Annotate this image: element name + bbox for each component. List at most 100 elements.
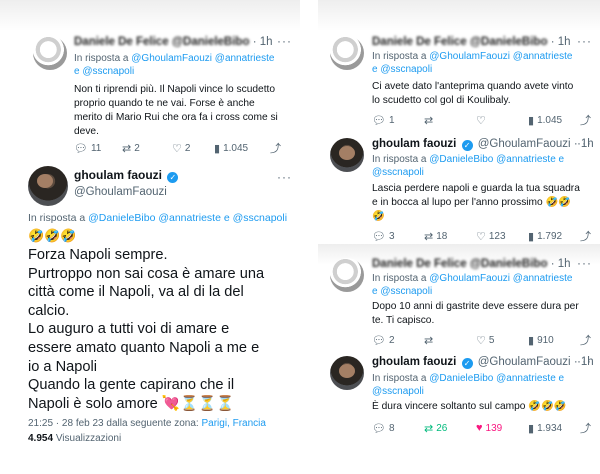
reply-button[interactable]: 💬︎ 1 (372, 114, 424, 127)
tweet-text: Lascia perdere napoli e guarda la tua sq… (372, 183, 580, 222)
reply-context: In risposta a @GhoulamFaouzi @annatriest… (372, 51, 573, 75)
author-name[interactable]: ghoulam faouzi (74, 168, 162, 182)
retweet-button[interactable]: ⇄ 26 (424, 422, 476, 435)
reply-icon: 💬︎ (74, 142, 88, 155)
share-button[interactable]: ⤴ (580, 228, 591, 244)
tweet-text: Forza Napoli sempre. Purtroppo non sai c… (28, 247, 265, 412)
emoji-line: 🤣🤣🤣 (28, 228, 77, 243)
mention-link[interactable]: @DanieleBibo @annatrieste e (429, 373, 564, 384)
author-name[interactable]: ghoulam faouzi (372, 138, 456, 150)
author-handle[interactable]: @GhoulamFaouzi (478, 138, 571, 150)
reply-context: In risposta a @GhoulamFaouzi @annatriest… (372, 273, 573, 297)
share-button[interactable]: ⤴ (580, 420, 591, 436)
share-button[interactable]: ⤴ (580, 332, 591, 348)
heart-icon: ♡ (172, 142, 182, 155)
author-handle[interactable]: @DanieleBibo (470, 258, 548, 270)
more-icon[interactable]: ··· (577, 256, 592, 270)
share-button[interactable]: ⤴ (580, 112, 591, 128)
tweet-text: È dura vincere soltanto sul campo 🤣🤣🤣 (372, 401, 567, 412)
like-button[interactable]: ♡ (476, 114, 528, 127)
more-icon[interactable]: ··· (277, 34, 292, 48)
mention-link[interactable]: @sscnapoli (372, 386, 424, 397)
more-icon[interactable]: ··· (577, 136, 592, 150)
author-handle[interactable]: @GhoulamFaouzi (478, 356, 571, 368)
author-name[interactable]: Daniele De Felice (372, 36, 467, 48)
avatar[interactable] (28, 166, 68, 206)
like-button[interactable]: ♡ 123 (476, 230, 528, 243)
share-icon: ⤴ (580, 335, 591, 347)
retweet-button[interactable]: ⇄ 2 (122, 142, 172, 155)
tweet-ghoulam-2[interactable]: ghoulam faouzi ✓ @GhoulamFaouzi · 1h ···… (318, 352, 600, 474)
author-handle[interactable]: @GhoulamFaouzi (74, 186, 167, 198)
mention-link[interactable]: @sscnapoli (372, 167, 424, 178)
avatar[interactable] (330, 356, 364, 390)
views-button[interactable]: ▮ 1.934 (528, 422, 580, 435)
tweet-time[interactable]: 1h (558, 258, 571, 270)
like-button[interactable]: ♡ 2 (172, 142, 214, 155)
mention-link[interactable]: e @sscnapoli (372, 286, 432, 297)
tweet-actions: 💬︎ 1 ⇄ ♡ ▮ 1.045 ⤴ (372, 112, 592, 128)
reply-button[interactable]: 💬︎ 3 (372, 230, 424, 243)
mention-link[interactable]: @GhoulamFaouzi @annatrieste (429, 51, 572, 62)
more-icon[interactable]: ··· (577, 354, 592, 368)
share-icon: ⤴ (580, 231, 591, 243)
avatar[interactable] (330, 138, 364, 172)
avatar[interactable] (330, 258, 364, 292)
like-button[interactable]: ♡ 5 (476, 334, 528, 347)
mention-link[interactable]: e @sscnapoli (372, 64, 432, 75)
share-button[interactable]: ⤴ (270, 140, 281, 156)
reply-icon: 💬︎ (372, 114, 386, 127)
retweet-icon: ⇄ (424, 422, 434, 435)
avatar[interactable] (330, 36, 364, 70)
views-button[interactable]: ▮ 1.792 (528, 230, 580, 243)
tweet-daniele-top[interactable]: Daniele De Felice @DanieleBibo · 1h ··· … (0, 0, 300, 160)
tweet-actions: 💬︎ 11 ⇄ 2 ♡ 2 ▮ 1.045 ⤴ (74, 140, 284, 156)
tweet-text: Dopo 10 anni di gastrite deve essere dur… (372, 301, 579, 326)
views-count[interactable]: 4.954 Visualizzazioni (28, 433, 121, 444)
author-name[interactable]: ghoulam faouzi (372, 356, 456, 368)
views-button[interactable]: ▮ 910 (528, 334, 580, 347)
retweet-button[interactable]: ⇄ (424, 114, 476, 127)
reply-button[interactable]: 💬︎ 2 (372, 334, 424, 347)
retweet-button[interactable]: ⇄ 18 (424, 230, 476, 243)
reply-button[interactable]: 💬︎ 8 (372, 422, 424, 435)
verified-badge-icon: ✓ (461, 140, 473, 151)
reply-button[interactable]: 💬︎ 11 (74, 142, 122, 155)
location-link[interactable]: Parigi, Francia (201, 418, 265, 429)
mention-link[interactable]: @DanieleBibo @annatrieste e (429, 154, 564, 165)
retweet-icon: ⇄ (424, 230, 434, 243)
mention-link[interactable]: @GhoulamFaouzi @annatrieste (131, 53, 274, 64)
author-handle[interactable]: @DanieleBibo (470, 36, 548, 48)
avatar[interactable] (33, 36, 67, 70)
tweet-daniele-2[interactable]: Daniele De Felice @DanieleBibo · 1h ··· … (318, 244, 600, 352)
tweet-actions: 💬︎ 3 ⇄ 18 ♡ 123 ▮ 1.792 ⤴ (372, 228, 592, 244)
mention-link[interactable]: @GhoulamFaouzi @annatrieste (429, 273, 572, 284)
tweet-actions: 💬︎ 8 ⇄ 26 ♥ 139 ▮ 1.934 ⤴ (372, 420, 592, 436)
author-name[interactable]: Daniele De Felice (74, 36, 169, 48)
more-icon[interactable]: ··· (577, 34, 592, 48)
heart-icon: ♡ (476, 230, 486, 243)
heart-icon: ♥ (476, 422, 483, 434)
reply-icon: 💬︎ (372, 422, 386, 435)
retweet-button[interactable]: ⇄ (424, 334, 476, 347)
tweet-time[interactable]: 1h (558, 36, 571, 48)
mention-link[interactable]: @DanieleBibo @annatrieste e @sscnapoli (88, 212, 287, 224)
more-icon[interactable]: ··· (277, 170, 292, 184)
tweet-ghoulam-1[interactable]: ghoulam faouzi ✓ @GhoulamFaouzi · 1h ···… (318, 132, 600, 244)
like-button[interactable]: ♥ 139 (476, 422, 528, 434)
views-button[interactable]: ▮ 1.045 (528, 114, 580, 127)
verified-badge-icon: ✓ (461, 358, 473, 369)
reply-context: In risposta a @DanieleBibo @annatrieste … (372, 154, 565, 178)
tweet-daniele-1[interactable]: Daniele De Felice @DanieleBibo · 1h ··· … (318, 0, 600, 130)
share-icon: ⤴ (580, 423, 591, 435)
author-handle[interactable]: @DanieleBibo (172, 36, 250, 48)
views-icon: ▮ (214, 142, 221, 155)
share-icon: ⤴ (580, 115, 591, 127)
views-icon: ▮ (528, 114, 535, 127)
views-button[interactable]: ▮ 1.045 (214, 142, 270, 155)
author-name[interactable]: Daniele De Felice (372, 258, 467, 270)
mention-link[interactable]: e @sscnapoli (74, 66, 134, 77)
retweet-icon: ⇄ (424, 334, 434, 347)
heart-icon: ♡ (476, 334, 486, 347)
tweet-time[interactable]: 1h (260, 36, 273, 48)
